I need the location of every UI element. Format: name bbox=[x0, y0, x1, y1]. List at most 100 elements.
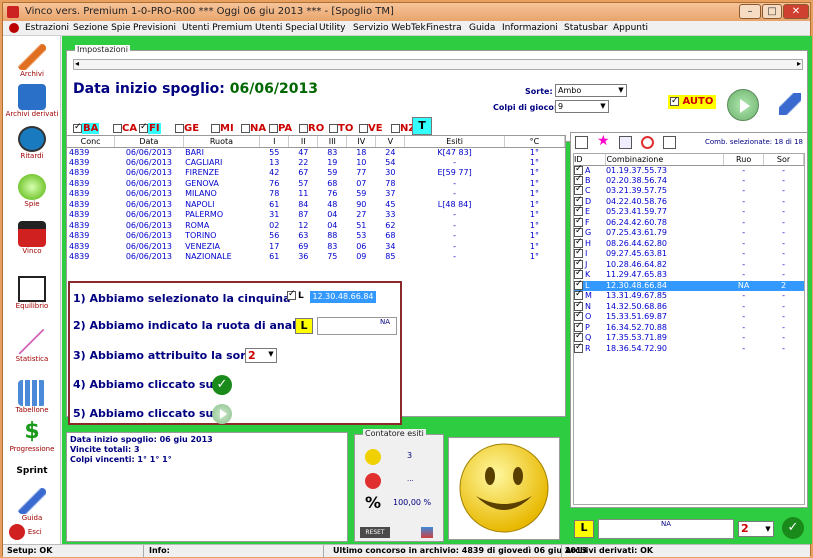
ruota-checkbox-ve[interactable]: VE bbox=[359, 123, 383, 134]
combo-column-header[interactable]: Ruo bbox=[723, 154, 765, 166]
menu-previsioni[interactable]: Previsioni bbox=[133, 23, 176, 33]
sidebar-item-vinco[interactable]: Vinco bbox=[3, 221, 61, 255]
combo-row[interactable]: C 03.21.39.57.75 - - bbox=[574, 184, 804, 197]
combo-column-header[interactable]: Sor bbox=[763, 154, 804, 166]
table-row[interactable]: 4839 06/06/2013 PALERMO 31 87 04 27 33 - 1° bbox=[67, 210, 565, 221]
combo-row[interactable]: B 02.20.38.56.74 - - bbox=[574, 174, 804, 187]
sidebar-item-ritardi[interactable]: Ritardi bbox=[3, 126, 61, 160]
colpi-select[interactable]: 9 ▼ bbox=[555, 100, 609, 113]
menu-utenti-premium[interactable]: Utenti Premium bbox=[182, 23, 252, 33]
menu-informazioni[interactable]: Informazioni bbox=[502, 23, 558, 33]
combo-row[interactable]: J 10.28.46.64.82 - - bbox=[574, 258, 804, 271]
bottom-ruota-field[interactable]: NA bbox=[598, 519, 734, 539]
sidebar-item-esci[interactable]: Esci bbox=[3, 524, 61, 540]
ruota-checkbox-ge[interactable]: GE bbox=[175, 123, 199, 134]
column-header[interactable]: Conc bbox=[67, 136, 116, 148]
table-row[interactable]: 4839 06/06/2013 CAGLIARI 13 22 19 10 54 - 1° bbox=[67, 158, 565, 169]
combo-row[interactable]: Q 17.35.53.71.89 - - bbox=[574, 331, 804, 344]
menu-finestra[interactable]: Finestra bbox=[426, 23, 462, 33]
column-header[interactable]: V bbox=[375, 136, 406, 148]
ruota-checkbox-ro[interactable]: RO bbox=[299, 123, 324, 134]
table-row[interactable]: 4839 06/06/2013 NAPOLI 61 84 48 90 45 L[48 84] 1° bbox=[67, 200, 565, 211]
bottom-l-box[interactable]: L bbox=[574, 520, 594, 538]
ruota-checkbox-mi[interactable]: MI bbox=[211, 123, 234, 134]
combo-row[interactable]: G 07.25.43.61.79 - - bbox=[574, 226, 804, 239]
ruota-checkbox-to[interactable]: TO bbox=[329, 123, 353, 134]
sidebar-item-equilibrio[interactable]: Equilibrio bbox=[3, 276, 61, 310]
sidebar-item-sprint[interactable]: Sprint bbox=[3, 460, 61, 476]
ruota-checkbox-pa[interactable]: PA bbox=[269, 123, 292, 134]
combo-checkbox[interactable] bbox=[574, 342, 583, 353]
confirm-check-button[interactable]: ✓ bbox=[782, 517, 804, 539]
table-row[interactable]: 4839 06/06/2013 NAZIONALE 61 36 75 09 85 - 1° bbox=[67, 252, 565, 263]
bottom-sorte-select[interactable]: 2 ▼ bbox=[738, 521, 774, 537]
column-header[interactable]: III bbox=[317, 136, 348, 148]
column-header[interactable]: Data bbox=[114, 136, 184, 148]
column-header[interactable]: °C bbox=[504, 136, 566, 148]
menu-sezione-spie[interactable]: Sezione Spie bbox=[73, 23, 131, 33]
column-header[interactable]: I bbox=[259, 136, 290, 148]
start-play-button[interactable] bbox=[727, 89, 759, 121]
sidebar-item-spie[interactable]: Spie bbox=[3, 174, 61, 208]
star-icon[interactable]: ★ bbox=[597, 133, 610, 149]
sidebar-item-statistica[interactable]: Statistica bbox=[3, 329, 61, 363]
ruota-checkbox-na[interactable]: NA bbox=[241, 123, 266, 134]
t-button[interactable]: T bbox=[412, 117, 432, 135]
checklist-icon[interactable] bbox=[619, 136, 632, 149]
horizontal-scrollbar[interactable]: ◂ ▸ bbox=[73, 59, 803, 70]
combo-row[interactable]: I 09.27.45.63.81 - - bbox=[574, 247, 804, 260]
table-row[interactable]: 4839 06/06/2013 GENOVA 76 57 68 07 78 - 1° bbox=[67, 179, 565, 190]
ruota-checkbox-ba[interactable]: BA bbox=[73, 122, 100, 134]
menu-servizio-webtek[interactable]: Servizio WebTek bbox=[353, 23, 426, 33]
close-button[interactable]: ✕ bbox=[783, 4, 809, 19]
menu-estrazioni[interactable]: Estrazioni bbox=[25, 23, 69, 33]
sidebar-item-archivi[interactable]: Archivi bbox=[3, 44, 61, 78]
table-row[interactable]: 4839 06/06/2013 FIRENZE 42 67 59 77 30 E[59 77] 1… bbox=[67, 168, 565, 179]
column-header[interactable]: Esiti bbox=[404, 136, 505, 148]
minimize-button[interactable]: – bbox=[739, 4, 761, 19]
combo-row[interactable]: H 08.26.44.62.80 - - bbox=[574, 237, 804, 250]
combo-row[interactable]: P 16.34.52.70.88 - - bbox=[574, 321, 804, 334]
column-header[interactable]: Ruota bbox=[183, 136, 261, 148]
combo-row[interactable]: F 06.24.42.60.78 - - bbox=[574, 216, 804, 229]
combo-row[interactable]: M 13.31.49.67.85 - - bbox=[574, 289, 804, 302]
sidebar-item-guida[interactable]: Guida bbox=[3, 488, 61, 522]
scroll-left-icon[interactable]: ◂ bbox=[75, 59, 79, 68]
no-entry-icon[interactable] bbox=[641, 136, 654, 149]
menu-utility[interactable]: Utility bbox=[319, 23, 345, 33]
table-row[interactable]: 4839 06/06/2013 TORINO 56 63 88 53 68 - 1° bbox=[67, 231, 565, 242]
export-icon[interactable] bbox=[421, 527, 433, 538]
menu-appunti[interactable]: Appunti bbox=[613, 23, 648, 33]
sidebar-item-tabellone[interactable]: Tabellone bbox=[3, 380, 61, 414]
menu-utenti-special[interactable]: Utenti Special bbox=[255, 23, 318, 33]
maximize-button[interactable]: □ bbox=[762, 4, 782, 19]
combo-row[interactable]: R 18.36.54.72.90 - - bbox=[574, 342, 804, 355]
table-row[interactable]: 4839 06/06/2013 ROMA 02 12 04 51 62 - 1° bbox=[67, 221, 565, 232]
combo-row[interactable]: L 12.30.48.66.84NA2 bbox=[574, 279, 804, 291]
combo-row[interactable]: E 05.23.41.59.77 - - bbox=[574, 205, 804, 218]
combo-column-header[interactable]: Combinazione bbox=[605, 154, 725, 166]
combo-row[interactable]: A 01.19.37.55.73 - - bbox=[574, 164, 804, 176]
combo-row[interactable]: K 11.29.47.65.83 - - bbox=[574, 268, 804, 281]
ruota-checkbox-ca[interactable]: CA bbox=[113, 123, 137, 134]
scroll-right-icon[interactable]: ▸ bbox=[797, 59, 801, 68]
combo-row[interactable]: O 15.33.51.69.87 - - bbox=[574, 310, 804, 323]
combo-row[interactable]: N 14.32.50.68.86 - - bbox=[574, 300, 804, 313]
print-icon[interactable] bbox=[779, 93, 801, 115]
table-row[interactable]: 4839 06/06/2013 BARI 55 47 83 18 24 K[47 83] 1° bbox=[67, 147, 565, 158]
sidebar-item-archivi-derivati[interactable]: Archivi derivati bbox=[3, 84, 61, 118]
grid-view-icon[interactable] bbox=[575, 136, 588, 149]
table-row[interactable]: 4839 06/06/2013 MILANO 78 11 76 59 37 - 1° bbox=[67, 189, 565, 200]
sidebar-item-progressione[interactable]: $ Progressione bbox=[3, 419, 61, 453]
ruota-checkbox-fi[interactable]: FI bbox=[139, 122, 161, 134]
reset-button[interactable]: RESET bbox=[360, 527, 390, 538]
column-header[interactable]: IV bbox=[346, 136, 377, 148]
auto-checkbox[interactable]: AUTO bbox=[668, 95, 716, 109]
menu-logo-icon[interactable] bbox=[9, 23, 19, 33]
sorte-select[interactable]: Ambo ▼ bbox=[555, 84, 627, 97]
edit-icon[interactable] bbox=[663, 136, 676, 149]
menu-guida[interactable]: Guida bbox=[469, 23, 495, 33]
table-row[interactable]: 4839 06/06/2013 VENEZIA 17 69 83 06 34 - 1° bbox=[67, 242, 565, 253]
menu-statusbar[interactable]: Statusbar bbox=[564, 23, 608, 33]
column-header[interactable]: II bbox=[288, 136, 319, 148]
